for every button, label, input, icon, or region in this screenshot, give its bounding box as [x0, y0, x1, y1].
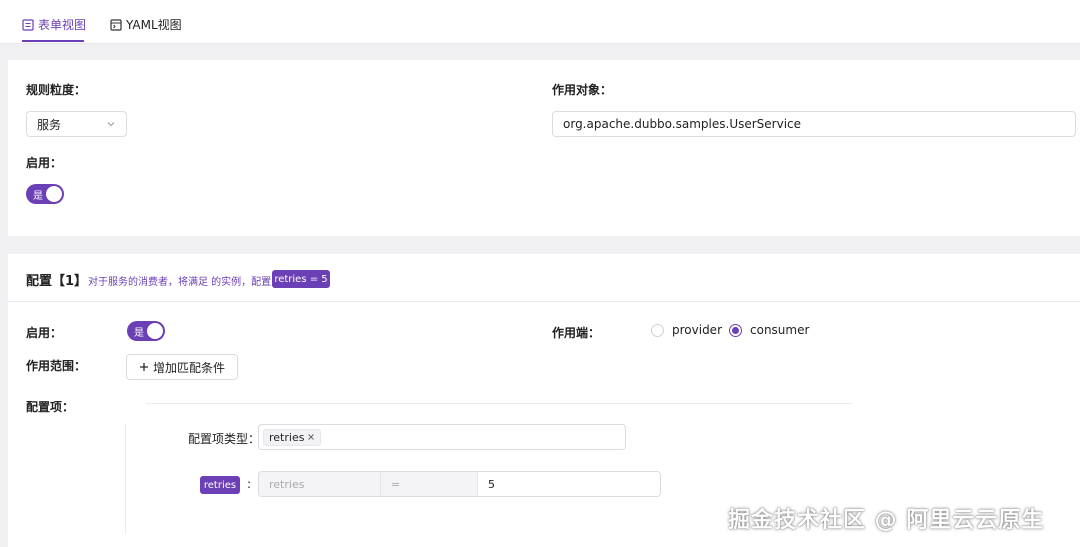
side-label: 作用端： [552, 326, 601, 340]
enable-toggle-text: 是 [33, 191, 43, 202]
config-enable-label: 启用： [26, 326, 63, 340]
toggle-knob [46, 186, 62, 202]
item-type-chip[interactable]: retries [263, 428, 322, 446]
target-value: org.apache.dubbo.samples.UserService [563, 117, 802, 131]
enable-label: 启用： [26, 156, 63, 170]
add-condition-button[interactable]: 增加匹配条件 [126, 354, 239, 380]
config-title: 配置【1】 [26, 274, 88, 289]
items-divider [146, 403, 852, 404]
radio-dot [651, 323, 664, 337]
view-tabs: 表单视图 YAML视图 [0, 0, 1080, 44]
tab-yaml-view[interactable]: YAML视图 [110, 16, 182, 33]
granularity-label: 规则粒度： [26, 83, 87, 97]
param-colon: : [247, 477, 252, 491]
granularity-value: 服务 [37, 117, 62, 132]
granularity-select[interactable]: 服务 [26, 111, 127, 137]
config-summary-tag: retries = 5 [272, 270, 330, 288]
radio-provider-label: provider [672, 323, 722, 337]
scope-label: 作用范围： [26, 359, 87, 373]
radio-consumer[interactable]: consumer [729, 323, 809, 337]
code-icon [110, 18, 122, 31]
target-label: 作用对象： [552, 83, 613, 97]
radio-consumer-label: consumer [750, 323, 810, 337]
target-input[interactable]: org.apache.dubbo.samples.UserService [552, 111, 1076, 137]
param-tag: retries [200, 476, 240, 494]
section-divider [8, 301, 1080, 302]
config-enable-toggle[interactable]: 是 [127, 321, 165, 341]
items-label: 配置项： [26, 400, 75, 414]
config-description: 对于服务的消费者，将满足 的实例，配置 [88, 277, 272, 288]
param-key-input[interactable]: retries [259, 472, 381, 496]
add-condition-label: 增加匹配条件 [153, 360, 226, 375]
plus-icon [140, 363, 148, 371]
chevron-down-icon [107, 122, 115, 127]
close-icon[interactable] [307, 433, 315, 441]
active-tab-indicator [22, 40, 84, 42]
param-operator: = [381, 472, 478, 496]
enable-toggle[interactable]: 是 [26, 184, 64, 204]
toggle-knob [147, 323, 163, 339]
tab-form-label: 表单视图 [38, 18, 87, 32]
form-icon [22, 18, 34, 31]
param-row: retries = 5 [258, 471, 661, 497]
param-value-input[interactable]: 5 [478, 472, 660, 496]
basic-settings-card: 规则粒度： 服务 作用对象： org.apache.dubbo.samples.… [8, 60, 1080, 236]
config-enable-toggle-text: 是 [134, 328, 144, 339]
tab-form-view[interactable]: 表单视图 [22, 16, 86, 33]
item-type-select[interactable]: retries [258, 424, 626, 450]
watermark: 掘金技术社区 @ 阿里云云原生 [728, 508, 1045, 533]
item-type-label: 配置项类型： [188, 432, 261, 446]
item-type-chip-label: retries [269, 430, 305, 444]
items-left-border [125, 424, 126, 534]
tab-yaml-label: YAML视图 [126, 18, 182, 32]
radio-provider[interactable]: provider [651, 323, 722, 337]
radio-dot-selected [729, 323, 742, 337]
